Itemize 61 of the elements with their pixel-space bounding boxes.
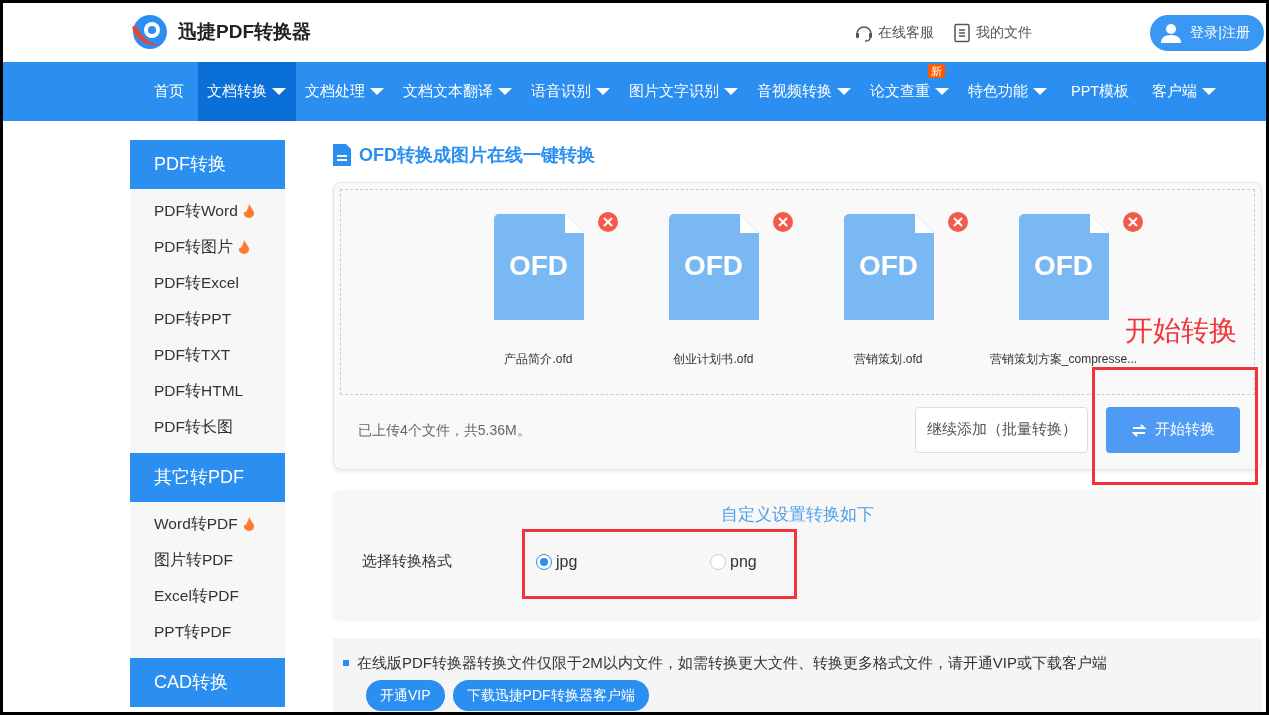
annotation-text: 开始转换 — [1125, 317, 1237, 345]
sidebar-link[interactable]: 图片转PDF — [130, 542, 285, 578]
settings-title: 自定义设置转换如下 — [720, 504, 875, 526]
sidebar-section-header: 其它转PDF — [130, 453, 285, 502]
flame-icon — [238, 240, 250, 254]
file-type-label: OFD — [1032, 252, 1095, 280]
close-icon[interactable] — [598, 212, 618, 232]
file-icon — [668, 214, 759, 320]
swap-icon — [1131, 422, 1147, 438]
new-badge: 新 — [928, 64, 945, 78]
format-radio[interactable]: jpg — [536, 549, 710, 574]
flame-icon — [242, 204, 255, 218]
nav-menu-item[interactable]: 文档转换 — [198, 62, 296, 121]
page-title: OFD转换成图片在线一键转换 — [359, 143, 595, 167]
caret-icon — [934, 87, 950, 96]
caret-icon — [595, 87, 611, 96]
file-type-label: OFD — [507, 252, 570, 280]
header-link[interactable]: 我的文件 — [952, 22, 1033, 43]
close-icon[interactable] — [1123, 212, 1143, 232]
sidebar-link[interactable]: Excel转PDF — [130, 578, 285, 614]
user-icon — [1160, 21, 1183, 44]
caret-icon — [836, 87, 852, 96]
file-name: 营销策划.ofd — [854, 351, 923, 368]
add-more-button[interactable]: 继续添加（批量转换） — [915, 407, 1088, 453]
close-icon[interactable] — [773, 212, 793, 232]
caret-icon — [497, 87, 513, 96]
brand-name: 迅捷PDF转换器 — [178, 20, 311, 45]
sidebar-link[interactable]: Word转PDF — [130, 506, 285, 542]
file-type-label: OFD — [857, 252, 920, 280]
sidebar-link[interactable]: PDF转Excel — [130, 265, 285, 301]
file-name: 产品简介.ofd — [504, 351, 573, 368]
notice-text: 在线版PDF转换器转换文件仅限于2M以内文件，如需转换更大文件、转换更多格式文件，请开通VIP或下载客户端 — [357, 653, 1107, 673]
sidebar-link[interactable]: PDF转PPT — [130, 301, 285, 337]
upload-summary: 已上传4个文件，共5.36M。 — [358, 420, 531, 440]
sidebar-link[interactable]: PDF转Word — [130, 193, 285, 229]
caret-icon — [369, 87, 385, 96]
caret-icon — [271, 87, 287, 96]
close-icon[interactable] — [948, 212, 968, 232]
caret-icon — [1201, 87, 1218, 96]
document-icon — [333, 144, 351, 166]
sidebar-link[interactable]: PDF转长图 — [130, 409, 285, 445]
sidebar-section-header: PDF转换 — [130, 140, 285, 189]
sidebar-link[interactable]: PDF转图片 — [130, 229, 285, 265]
format-label: 选择转换格式 — [362, 551, 453, 572]
sidebar-link[interactable]: PDF转TXT — [130, 337, 285, 373]
caret-icon — [723, 87, 739, 96]
caret-icon — [1032, 87, 1048, 96]
file-name: 创业计划书.ofd — [673, 351, 754, 368]
sidebar-section-header: CAD转换 — [130, 658, 285, 707]
sidebar-link[interactable]: PDF转HTML — [130, 373, 285, 409]
file-icon — [1018, 214, 1109, 320]
file-icon — [493, 214, 584, 320]
file-name: 营销策划方案_compresse... — [989, 351, 1138, 368]
document-icon — [952, 22, 973, 43]
sidebar-link[interactable]: PPT转PDF — [130, 614, 285, 650]
format-radio[interactable]: png — [710, 549, 884, 574]
flame-icon — [242, 517, 255, 531]
file-type-label: OFD — [682, 252, 745, 280]
bullet-icon — [343, 660, 349, 667]
header-link[interactable]: 在线客服 — [854, 22, 935, 43]
file-icon — [843, 214, 934, 320]
